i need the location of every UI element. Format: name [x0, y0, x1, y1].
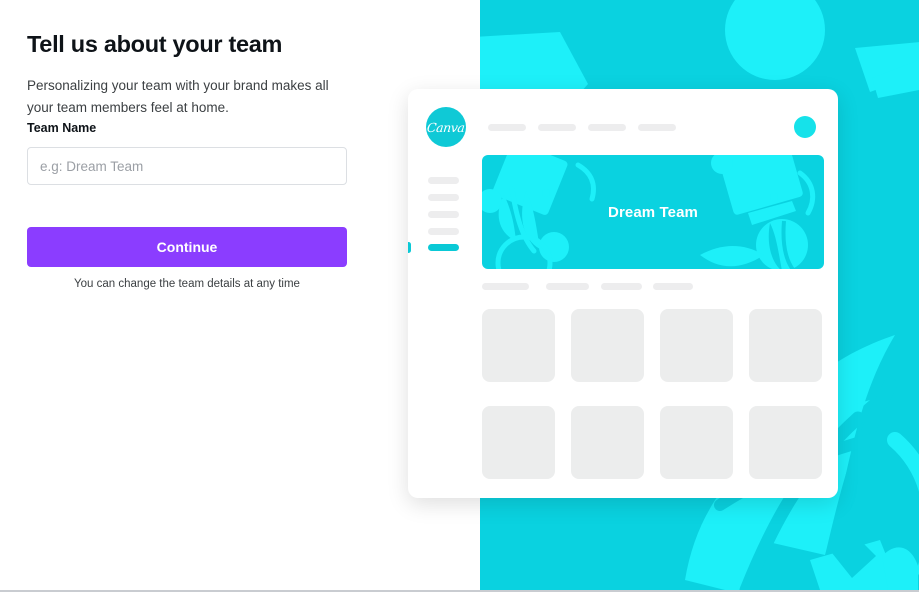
- sidebar-active-marker: [408, 242, 411, 253]
- team-name-input[interactable]: [27, 147, 347, 186]
- thumbnail-2[interactable]: [571, 309, 644, 382]
- form-footnote: You can change the team details at any t…: [74, 278, 300, 291]
- thumbnail-7[interactable]: [660, 406, 733, 479]
- banner-title: Dream Team: [608, 203, 698, 221]
- thumbnail-8[interactable]: [749, 406, 822, 479]
- canva-logo-icon: Canva: [426, 107, 466, 147]
- avatar[interactable]: [794, 116, 816, 138]
- section-pill-1[interactable]: [482, 283, 529, 290]
- nav-pill-2[interactable]: [538, 124, 576, 131]
- onboarding-page: Tell us about your team Personalizing yo…: [0, 0, 919, 592]
- section-pill-3[interactable]: [601, 283, 642, 290]
- section-pill-2[interactable]: [546, 283, 589, 290]
- page-title: Tell us about your team: [27, 31, 283, 57]
- team-form: Tell us about your team Personalizing yo…: [27, 30, 347, 290]
- sidebar-item-2[interactable]: [428, 194, 459, 201]
- team-name-label: Team Name: [27, 121, 97, 136]
- team-banner: Dream Team: [482, 155, 824, 269]
- app-preview-card: Canva Dream Team: [408, 89, 838, 498]
- sidebar-item-3[interactable]: [428, 211, 459, 218]
- thumbnail-3[interactable]: [660, 309, 733, 382]
- sidebar-item-1[interactable]: [428, 177, 459, 184]
- thumbnail-1[interactable]: [482, 309, 555, 382]
- continue-button[interactable]: Continue: [27, 227, 347, 268]
- thumbnail-6[interactable]: [571, 406, 644, 479]
- section-pill-4[interactable]: [653, 283, 693, 290]
- sidebar-item-5-active[interactable]: [428, 244, 459, 251]
- thumbnail-4[interactable]: [749, 309, 822, 382]
- thumbnail-5[interactable]: [482, 406, 555, 479]
- nav-pill-1[interactable]: [488, 124, 526, 131]
- page-subtitle: Personalizing your team with your brand …: [27, 78, 329, 116]
- canva-logo-text: Canva: [426, 119, 466, 135]
- nav-pill-3[interactable]: [588, 124, 626, 131]
- nav-pill-4[interactable]: [638, 124, 676, 131]
- sidebar-item-4[interactable]: [428, 228, 459, 235]
